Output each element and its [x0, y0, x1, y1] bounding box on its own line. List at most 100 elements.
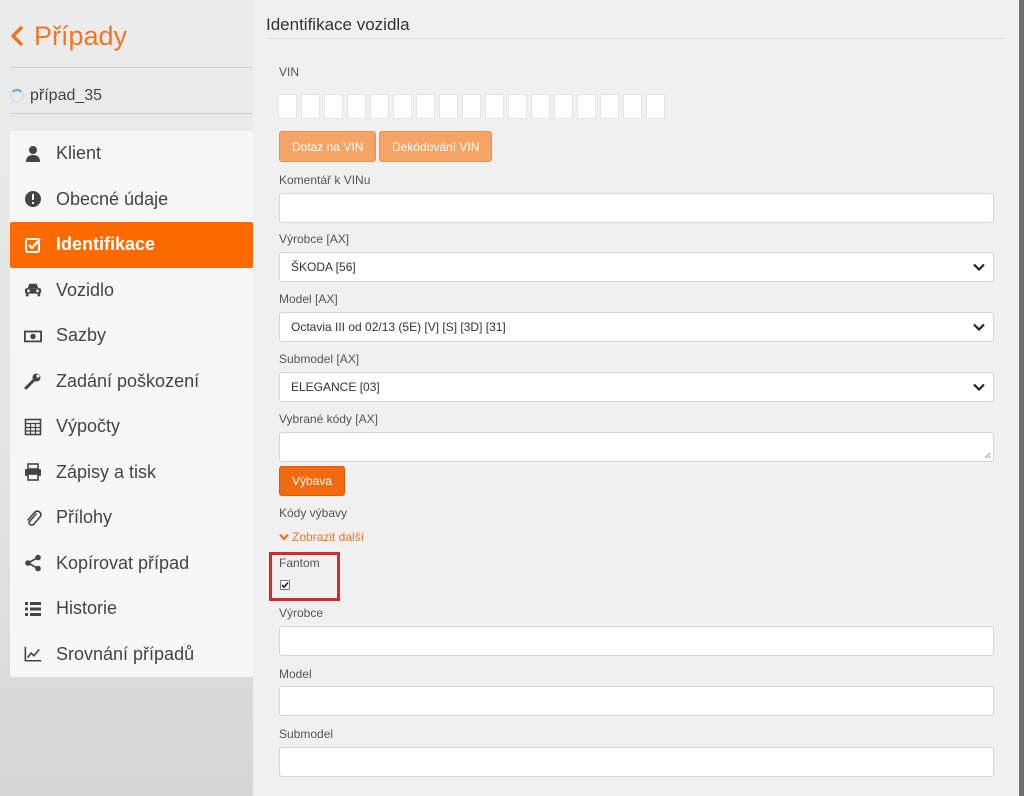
- back-to-cases-link[interactable]: Případy: [10, 18, 127, 54]
- sidebar-item-label: Srovnání případů: [56, 643, 195, 664]
- model-value: Octavia III od 02/13 (5E) [V] [S] [3D] […: [291, 320, 506, 334]
- vin-char-input[interactable]: [462, 94, 481, 119]
- wrench-icon: [22, 371, 44, 391]
- vin-comment-label: Komentář k VINu: [279, 173, 371, 187]
- check-square-icon: [22, 235, 44, 255]
- resize-handle-icon[interactable]: [984, 452, 991, 459]
- vin-char-input[interactable]: [347, 94, 366, 119]
- calculator-icon: [22, 417, 44, 437]
- fantom-checkbox[interactable]: [280, 580, 290, 590]
- fantom-model-input[interactable]: [279, 686, 994, 716]
- sidebar-item-identifikace[interactable]: Identifikace: [10, 222, 253, 268]
- model-label: Model [AX]: [279, 292, 338, 306]
- manufacturer-select[interactable]: ŠKODA [56]: [279, 252, 994, 282]
- sidebar: Případy případ_35 Klient Obecné údaje Id…: [0, 0, 262, 796]
- case-name: případ_35: [30, 87, 103, 104]
- divider: [10, 67, 252, 68]
- submodel-label: Submodel [AX]: [279, 352, 360, 366]
- vin-char-input[interactable]: [646, 94, 665, 119]
- vin-comment-input[interactable]: [279, 193, 994, 223]
- sidebar-item-zadani-poskozeni[interactable]: Zadání poškození: [10, 359, 253, 405]
- divider: [10, 113, 252, 114]
- sidebar-menu: Klient Obecné údaje Identifikace Vozidlo…: [10, 131, 253, 677]
- show-more-label: Zobrazit další: [292, 530, 365, 544]
- share-icon: [22, 553, 44, 573]
- fantom-label: Fantom: [279, 556, 320, 570]
- window-edge: [1019, 0, 1024, 796]
- sidebar-item-klient[interactable]: Klient: [10, 131, 253, 177]
- car-icon: [22, 280, 44, 300]
- line-chart-icon: [22, 644, 44, 664]
- vin-char-input[interactable]: [508, 94, 527, 119]
- print-icon: [22, 462, 44, 482]
- sidebar-item-historie[interactable]: Historie: [10, 586, 253, 632]
- sidebar-item-prilohy[interactable]: Přílohy: [10, 495, 253, 541]
- vin-char-input[interactable]: [370, 94, 389, 119]
- sidebar-item-vozidlo[interactable]: Vozidlo: [10, 268, 253, 314]
- sidebar-item-label: Kopírovat případ: [56, 552, 190, 573]
- sidebar-item-label: Identifikace: [56, 234, 156, 255]
- vin-char-input[interactable]: [393, 94, 412, 119]
- sidebar-item-vypocty[interactable]: Výpočty: [10, 404, 253, 450]
- vin-char-input[interactable]: [554, 94, 573, 119]
- manufacturer-label: Výrobce [AX]: [279, 232, 350, 246]
- equipment-button[interactable]: Výbava: [279, 466, 346, 496]
- money-icon: [22, 326, 44, 346]
- chevron-down-icon: [973, 323, 985, 331]
- divider: [266, 38, 1006, 39]
- selected-codes-textarea[interactable]: [279, 432, 994, 462]
- sidebar-item-label: Přílohy: [56, 507, 113, 528]
- case-indicator: případ_35: [10, 86, 102, 106]
- sidebar-item-srovnani-pripadu[interactable]: Srovnání případů: [10, 632, 253, 678]
- sidebar-item-label: Obecné údaje: [56, 188, 169, 209]
- vin-char-input[interactable]: [577, 94, 596, 119]
- chevron-left-icon: [11, 26, 23, 46]
- vin-char-input[interactable]: [324, 94, 343, 119]
- chevron-down-icon: [279, 533, 289, 541]
- equipment-codes-label: Kódy výbavy: [279, 506, 348, 520]
- vin-char-input[interactable]: [623, 94, 642, 119]
- paperclip-icon: [22, 508, 44, 528]
- loading-spinner-icon: [10, 89, 24, 103]
- sidebar-item-label: Zápisy a tisk: [56, 461, 157, 482]
- vin-char-input[interactable]: [278, 94, 297, 119]
- manufacturer-value: ŠKODA [56]: [291, 260, 356, 274]
- vin-char-input[interactable]: [600, 94, 619, 119]
- sidebar-item-label: Vozidlo: [56, 279, 115, 300]
- list-icon: [22, 599, 44, 619]
- vin-char-input[interactable]: [416, 94, 435, 119]
- vin-decode-button[interactable]: Dekódování VIN: [379, 131, 493, 162]
- vin-char-input[interactable]: [301, 94, 320, 119]
- page-title: Identifikace vozidla: [266, 15, 410, 34]
- fantom-manufacturer-input[interactable]: [279, 626, 994, 656]
- sidebar-item-label: Výpočty: [56, 416, 121, 437]
- sidebar-item-label: Zadání poškození: [56, 370, 200, 391]
- fantom-submodel-label: Submodel: [279, 727, 334, 741]
- vin-input-group: [278, 94, 665, 119]
- fantom-manufacturer-label: Výrobce: [279, 606, 324, 620]
- submodel-select[interactable]: ELEGANCE [03]: [279, 372, 994, 402]
- exclamation-icon: [22, 189, 44, 209]
- vin-char-input[interactable]: [439, 94, 458, 119]
- model-select[interactable]: Octavia III od 02/13 (5E) [V] [S] [3D] […: [279, 312, 994, 342]
- show-more-toggle[interactable]: Zobrazit další: [279, 530, 364, 544]
- vin-char-input[interactable]: [531, 94, 550, 119]
- checkmark-icon: [281, 581, 289, 589]
- sidebar-item-kopirovat-pripad[interactable]: Kopírovat případ: [10, 541, 253, 587]
- fantom-submodel-input[interactable]: [279, 747, 994, 777]
- sidebar-item-label: Sazby: [56, 325, 107, 346]
- sidebar-item-zapisy-a-tisk[interactable]: Zápisy a tisk: [10, 450, 253, 496]
- chevron-down-icon: [973, 383, 985, 391]
- sidebar-item-label: Klient: [56, 143, 102, 164]
- sidebar-item-sazby[interactable]: Sazby: [10, 313, 253, 359]
- user-icon: [22, 144, 44, 164]
- selected-codes-label: Vybrané kódy [AX]: [279, 412, 378, 426]
- vin-char-input[interactable]: [485, 94, 504, 119]
- sidebar-item-label: Historie: [56, 598, 118, 619]
- chevron-down-icon: [973, 263, 985, 271]
- vin-query-button[interactable]: Dotaz na VIN: [279, 131, 377, 162]
- vin-label: VIN: [279, 65, 300, 79]
- back-label: Případy: [34, 20, 128, 51]
- submodel-value: ELEGANCE [03]: [291, 380, 380, 394]
- sidebar-item-obecne-udaje[interactable]: Obecné údaje: [10, 177, 253, 223]
